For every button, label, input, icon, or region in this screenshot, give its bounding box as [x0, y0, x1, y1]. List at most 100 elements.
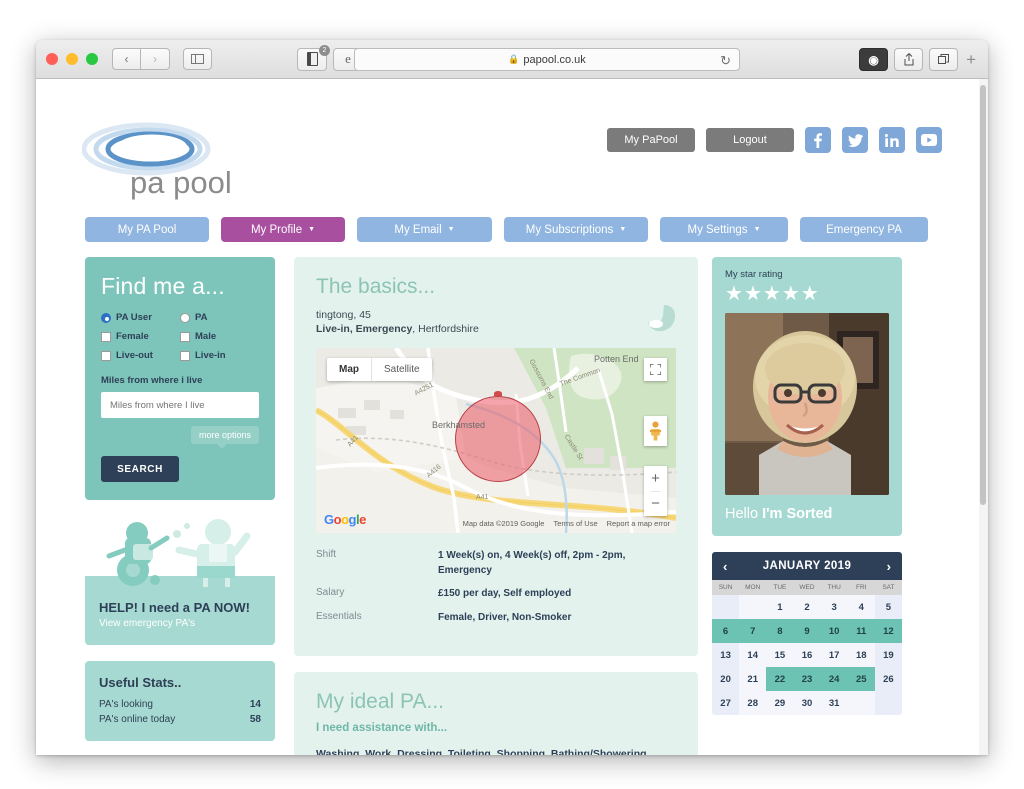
calendar-day[interactable]: 6: [712, 619, 740, 643]
papool-logo[interactable]: pa pool: [82, 119, 272, 203]
zoom-out-button[interactable]: −: [651, 492, 660, 517]
calendar-day[interactable]: 27: [712, 691, 740, 715]
youtube-icon[interactable]: [916, 127, 942, 153]
stat-row: PA's online today 58: [99, 714, 261, 725]
calendar-day[interactable]: 3: [820, 595, 848, 619]
miles-input[interactable]: [101, 392, 259, 418]
calendar-day[interactable]: 26: [874, 667, 902, 691]
calendar-day[interactable]: 1: [766, 595, 794, 619]
nav-item-my-pa-pool[interactable]: My PA Pool: [85, 217, 209, 242]
map-type-map[interactable]: Map: [327, 358, 372, 381]
street-view-pegman-icon[interactable]: [644, 416, 667, 446]
profile-county: , Hertfordshire: [412, 323, 479, 335]
twitter-icon[interactable]: [842, 127, 868, 153]
calendar-day[interactable]: 24: [820, 667, 848, 691]
calendar-day[interactable]: 29: [766, 691, 794, 715]
option-male[interactable]: Male: [180, 331, 259, 342]
nav-item-my-email[interactable]: My Email ▼: [357, 217, 492, 242]
logout-button[interactable]: Logout: [706, 128, 794, 152]
calendar-day[interactable]: 25: [847, 667, 875, 691]
checkbox-icon[interactable]: [180, 350, 190, 361]
profile-photo[interactable]: [725, 313, 889, 495]
search-button[interactable]: SEARCH: [101, 456, 179, 482]
site-header: pa pool My PaPool Logout: [36, 79, 988, 200]
calendar-day[interactable]: 12: [874, 619, 902, 643]
detail-value: Female, Driver, Non-Smoker: [438, 611, 572, 623]
add-tab-button[interactable]: +: [966, 50, 976, 70]
option-female[interactable]: Female: [101, 331, 180, 342]
my-papool-button[interactable]: My PaPool: [607, 128, 695, 152]
calendar-day[interactable]: 23: [793, 667, 821, 691]
calendar-day[interactable]: 10: [820, 619, 848, 643]
chevron-right-icon[interactable]: ›: [887, 559, 891, 574]
calendar-day[interactable]: 16: [793, 643, 821, 667]
calendar-day[interactable]: 13: [712, 643, 740, 667]
checkbox-icon[interactable]: [180, 331, 190, 342]
map-marker-icon[interactable]: [494, 391, 502, 396]
calendar-day[interactable]: 28: [739, 691, 767, 715]
calendar-day[interactable]: 20: [712, 667, 740, 691]
nav-item-my-settings[interactable]: My Settings ▼: [660, 217, 788, 242]
calendar-day[interactable]: 7: [739, 619, 767, 643]
star-icon: ★: [762, 283, 782, 305]
nav-item-emergency-pa[interactable]: Emergency PA: [800, 217, 928, 242]
reader-mode-button[interactable]: ◉: [859, 48, 889, 71]
calendar-day[interactable]: 21: [739, 667, 767, 691]
scrollbar-thumb[interactable]: [980, 85, 986, 505]
calendar-day[interactable]: 17: [820, 643, 848, 667]
radio-icon[interactable]: [101, 312, 111, 323]
fullscreen-icon[interactable]: [644, 358, 667, 381]
checkbox-icon[interactable]: [101, 331, 111, 342]
map-report-link[interactable]: Report a map error: [607, 519, 670, 528]
map-terms-link[interactable]: Terms of Use: [553, 519, 597, 528]
back-button[interactable]: ‹: [112, 48, 141, 70]
close-window-button[interactable]: [46, 53, 58, 65]
map-zoom-controls[interactable]: + −: [644, 466, 667, 516]
the-basics-title: The basics...: [316, 275, 436, 298]
emergency-help-card[interactable]: HELP! I need a PA NOW! View emergency PA…: [85, 516, 275, 645]
share-button[interactable]: [894, 48, 924, 71]
option-pa-user[interactable]: PA User: [101, 312, 180, 323]
calendar-day[interactable]: 14: [739, 643, 767, 667]
calendar-day[interactable]: 2: [793, 595, 821, 619]
option-pa[interactable]: PA: [180, 312, 259, 323]
sidebar-toggle-button[interactable]: [183, 48, 212, 70]
calendar-day[interactable]: 22: [766, 667, 794, 691]
linkedin-icon[interactable]: [879, 127, 905, 153]
minimize-window-button[interactable]: [66, 53, 78, 65]
map-type-satellite[interactable]: Satellite: [372, 358, 432, 381]
chevron-left-icon[interactable]: ‹: [723, 559, 727, 574]
reload-icon[interactable]: ↻: [720, 53, 731, 69]
forward-button[interactable]: ›: [141, 48, 170, 70]
more-options-button[interactable]: more options: [190, 426, 259, 449]
map-type-toggle[interactable]: Map Satellite: [327, 358, 432, 381]
calendar-day[interactable]: 5: [874, 595, 902, 619]
calendar-day[interactable]: 31: [820, 691, 848, 715]
calendar-day[interactable]: 18: [847, 643, 875, 667]
calendar-day[interactable]: 11: [847, 619, 875, 643]
nav-item-my-profile[interactable]: My Profile ▼: [221, 217, 345, 242]
calendar-day[interactable]: 30: [793, 691, 821, 715]
option-live-out[interactable]: Live-out: [101, 350, 180, 361]
zoom-in-button[interactable]: +: [651, 466, 660, 492]
address-bar[interactable]: 🔒 papool.co.uk ↻: [354, 48, 740, 71]
location-map[interactable]: Berkhamsted Potten End A41 A41 A4251 A41…: [316, 348, 676, 533]
page-scrollbar[interactable]: [979, 79, 988, 755]
papool-logo-icon: pa pool: [82, 122, 232, 200]
new-tab-button[interactable]: [929, 48, 959, 71]
calendar-day[interactable]: 19: [874, 643, 902, 667]
tab-reader[interactable]: 2: [297, 44, 330, 71]
checkbox-icon[interactable]: [101, 350, 111, 361]
maximize-window-button[interactable]: [86, 53, 98, 65]
radio-icon[interactable]: [180, 312, 190, 323]
calendar-day[interactable]: 15: [766, 643, 794, 667]
main-content: The basics... tingtong, 45 Live-in, Emer…: [294, 257, 698, 755]
calendar-day[interactable]: 8: [766, 619, 794, 643]
emergency-help-subtitle[interactable]: View emergency PA's: [99, 618, 261, 629]
calendar-day[interactable]: 9: [793, 619, 821, 643]
calendar-day[interactable]: 4: [847, 595, 875, 619]
star-icon: ★: [781, 283, 801, 305]
nav-item-my-subscriptions[interactable]: My Subscriptions ▼: [504, 217, 648, 242]
facebook-icon[interactable]: [805, 127, 831, 153]
option-live-in[interactable]: Live-in: [180, 350, 259, 361]
